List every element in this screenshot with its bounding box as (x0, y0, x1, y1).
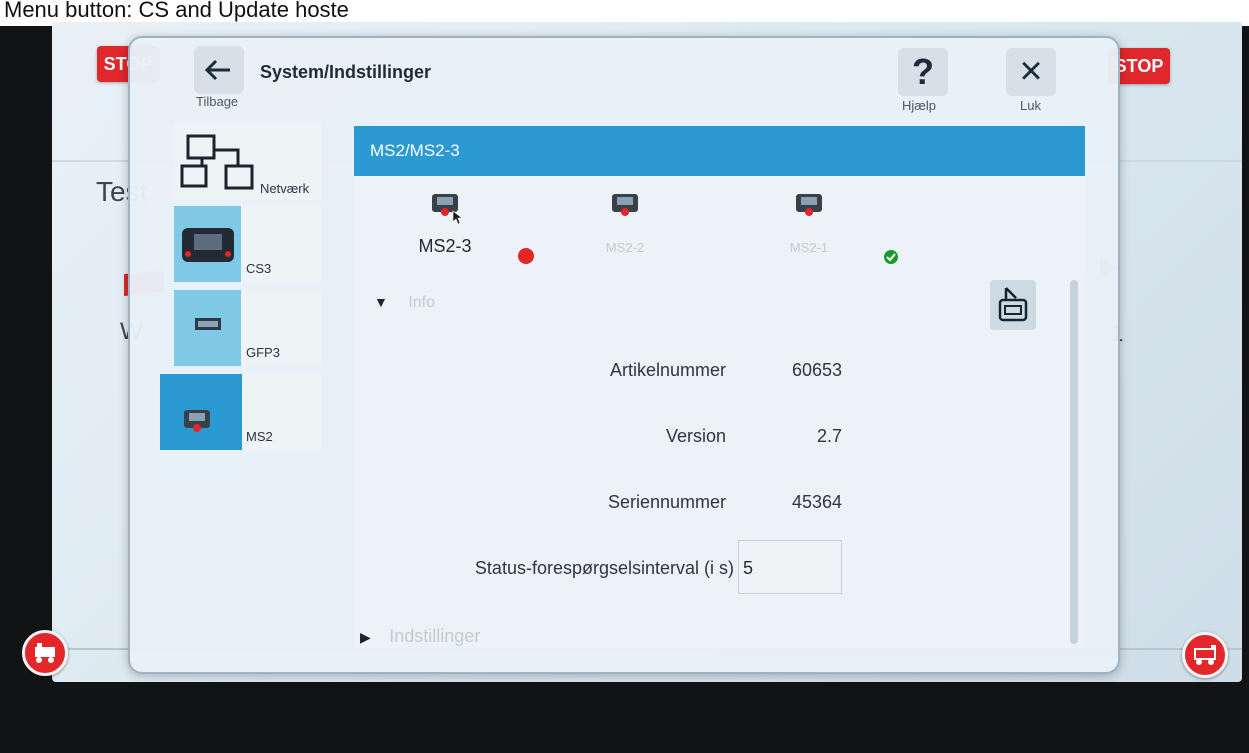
export-icon (998, 287, 1028, 322)
device-tab-ms2-2[interactable]: MS2-2 (570, 192, 680, 255)
close-label: Luk (1020, 98, 1041, 113)
locomotive-button-right[interactable] (1182, 632, 1228, 678)
version-value: 2.7 (816, 426, 842, 446)
help-button[interactable]: ? (898, 48, 948, 96)
back-label: Tilbage (196, 94, 239, 109)
back-button[interactable] (194, 46, 244, 94)
arrow-left-icon (204, 59, 230, 81)
gfp3-chip-icon (195, 318, 221, 330)
serial-number-label: Seriennummer (607, 492, 726, 512)
close-icon: × (1019, 49, 1043, 93)
locomotive-button-left[interactable] (22, 630, 68, 676)
triangle-right-icon: ▶ (360, 629, 371, 645)
triangle-down-icon: ▼ (374, 294, 388, 310)
status-green-check-icon (884, 250, 898, 264)
device-label: MS2-2 (605, 240, 645, 255)
network-icon (180, 134, 254, 190)
sidebar-item-label: MS2 (246, 429, 273, 444)
info-section-label: Info (408, 294, 435, 311)
close-button[interactable]: × (1006, 48, 1056, 96)
device-tab-ms2-1[interactable]: MS2-1 (754, 192, 864, 255)
dialog-title: System/Indstillinger (260, 62, 432, 82)
ms2-device-icon (184, 410, 210, 432)
sidebar-item-gfp3[interactable]: GFP3 (174, 290, 321, 366)
cs3-device-icon (182, 228, 234, 262)
ms2-device-icon (612, 194, 638, 216)
help-icon: ? (912, 51, 934, 92)
sidebar-item-cs3[interactable]: CS3 (174, 206, 321, 282)
status-interval-label: Status-forespørgselsinterval (i s) (474, 558, 734, 578)
settings-section-toggle[interactable]: ▶ Indstillinger (360, 626, 480, 647)
device-label: MS2-1 (789, 240, 829, 255)
device-tab-ms2-3[interactable]: MS2-3 (390, 192, 500, 257)
cursor-icon (452, 210, 462, 225)
main-header: MS2/MS2-3 (354, 126, 1085, 176)
main-scrollbar[interactable] (1070, 280, 1078, 644)
sidebar-item-label: GFP3 (246, 345, 280, 360)
info-section-toggle[interactable]: ▼ Info (374, 294, 435, 312)
status-interval-input[interactable]: 5 (738, 540, 842, 594)
settings-section-label: Indstillinger (389, 626, 481, 646)
locomotive-icon (35, 643, 55, 663)
export-button[interactable] (990, 280, 1036, 330)
help-label: Hjælp (902, 98, 936, 113)
sidebar-item-label: CS3 (246, 261, 272, 276)
article-number-value: 60653 (791, 360, 842, 380)
sidebar-item-label: Netværk (260, 181, 310, 196)
sidebar-item-ms2[interactable]: MS2 (160, 374, 321, 450)
status-red-dot (518, 248, 534, 264)
article-number-label: Artikelnummer (609, 360, 726, 380)
ms2-device-icon (796, 194, 822, 216)
caption-text: Menu button: CS and Update hoste (4, 0, 349, 22)
check-icon (886, 253, 896, 262)
version-label: Version (665, 426, 726, 446)
device-label: MS2-3 (418, 236, 472, 256)
serial-number-value: 45364 (791, 492, 842, 512)
locomotive-icon (1194, 645, 1216, 665)
sidebar-item-network[interactable]: Netværk (174, 124, 321, 200)
